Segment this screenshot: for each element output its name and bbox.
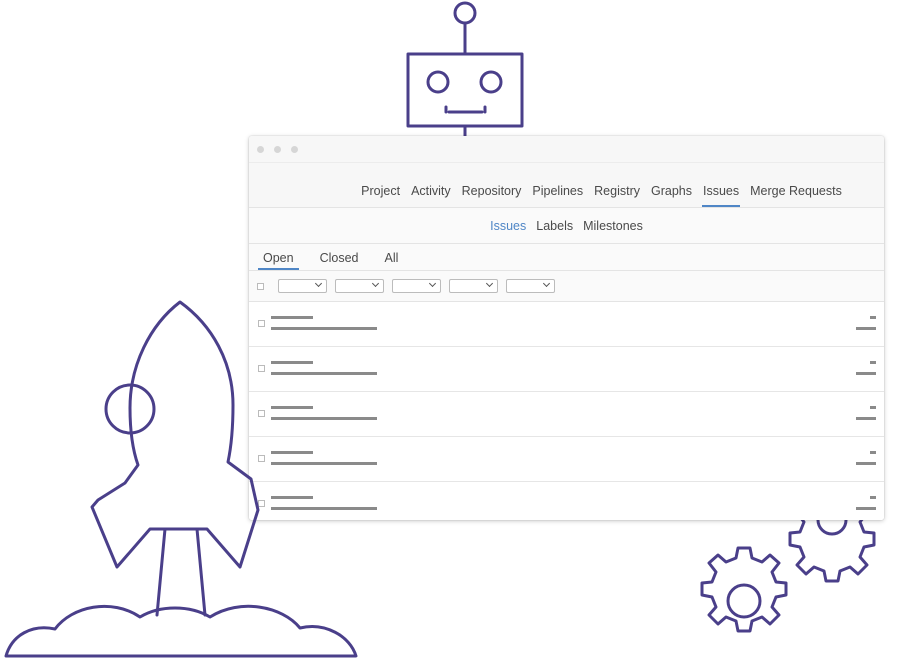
subnav-issues[interactable]: Issues: [490, 219, 526, 233]
select-all-checkbox[interactable]: [257, 282, 264, 290]
tab-closed[interactable]: Closed: [315, 251, 364, 270]
issue-row[interactable]: [249, 437, 884, 482]
window-maximize-dot[interactable]: [291, 145, 298, 153]
window-titlebar: [249, 136, 884, 163]
filter-dropdown[interactable]: [278, 279, 327, 293]
chevron-down-icon: [371, 279, 380, 288]
filter-dropdown[interactable]: [392, 279, 441, 293]
window-minimize-dot[interactable]: [274, 145, 281, 153]
issue-meta-placeholder: [271, 507, 377, 510]
issue-checkbox[interactable]: [258, 320, 265, 327]
nav-issues[interactable]: Issues: [701, 184, 741, 207]
issue-row[interactable]: [249, 482, 884, 520]
chevron-down-icon: [542, 279, 551, 288]
issue-count-placeholder: [870, 406, 876, 409]
subnav-milestones[interactable]: Milestones: [583, 219, 643, 233]
issue-checkbox[interactable]: [258, 455, 265, 462]
issue-checkbox[interactable]: [258, 365, 265, 372]
issue-date-placeholder: [856, 462, 876, 465]
nav-pipelines[interactable]: Pipelines: [531, 184, 584, 207]
issue-count-placeholder: [870, 451, 876, 454]
issue-state-tabs: Open Closed All: [249, 244, 884, 271]
project-nav: Project Activity Repository Pipelines Re…: [249, 163, 884, 208]
issue-row[interactable]: [249, 392, 884, 437]
issue-date-placeholder: [856, 507, 876, 510]
issue-meta-placeholder: [271, 462, 377, 465]
issue-title-placeholder: [271, 496, 313, 499]
issue-count-placeholder: [870, 316, 876, 319]
nav-registry[interactable]: Registry: [593, 184, 641, 207]
issue-row[interactable]: [249, 302, 884, 347]
issue-date-placeholder: [856, 417, 876, 420]
nav-repository[interactable]: Repository: [461, 184, 523, 207]
window-close-dot[interactable]: [257, 145, 264, 153]
robot-illustration: [406, 1, 524, 139]
nav-activity[interactable]: Activity: [410, 184, 452, 207]
browser-window: Project Activity Repository Pipelines Re…: [249, 136, 884, 520]
nav-project[interactable]: Project: [360, 184, 401, 207]
nav-graphs[interactable]: Graphs: [650, 184, 693, 207]
filter-dropdown[interactable]: [335, 279, 384, 293]
nav-merge-requests[interactable]: Merge Requests: [749, 184, 843, 207]
issue-count-placeholder: [870, 496, 876, 499]
issue-meta-placeholder: [271, 417, 377, 420]
issue-meta-placeholder: [271, 327, 377, 330]
issue-count-placeholder: [870, 361, 876, 364]
issue-title-placeholder: [271, 451, 313, 454]
issue-row[interactable]: [249, 347, 884, 392]
chevron-down-icon: [314, 279, 323, 288]
subnav-labels[interactable]: Labels: [536, 219, 573, 233]
tab-all[interactable]: All: [380, 251, 404, 270]
issue-date-placeholder: [856, 372, 876, 375]
chevron-down-icon: [485, 279, 494, 288]
issue-list: [249, 302, 884, 520]
filter-bar: [249, 271, 884, 302]
filter-dropdown[interactable]: [506, 279, 555, 293]
issue-meta-placeholder: [271, 372, 377, 375]
issue-checkbox[interactable]: [258, 410, 265, 417]
issue-title-placeholder: [271, 361, 313, 364]
issue-date-placeholder: [856, 327, 876, 330]
issues-subnav: Issues Labels Milestones: [249, 208, 884, 244]
issue-title-placeholder: [271, 406, 313, 409]
tab-open[interactable]: Open: [258, 251, 299, 270]
issue-title-placeholder: [271, 316, 313, 319]
issue-checkbox[interactable]: [258, 500, 265, 507]
filter-dropdown[interactable]: [449, 279, 498, 293]
chevron-down-icon: [428, 279, 437, 288]
